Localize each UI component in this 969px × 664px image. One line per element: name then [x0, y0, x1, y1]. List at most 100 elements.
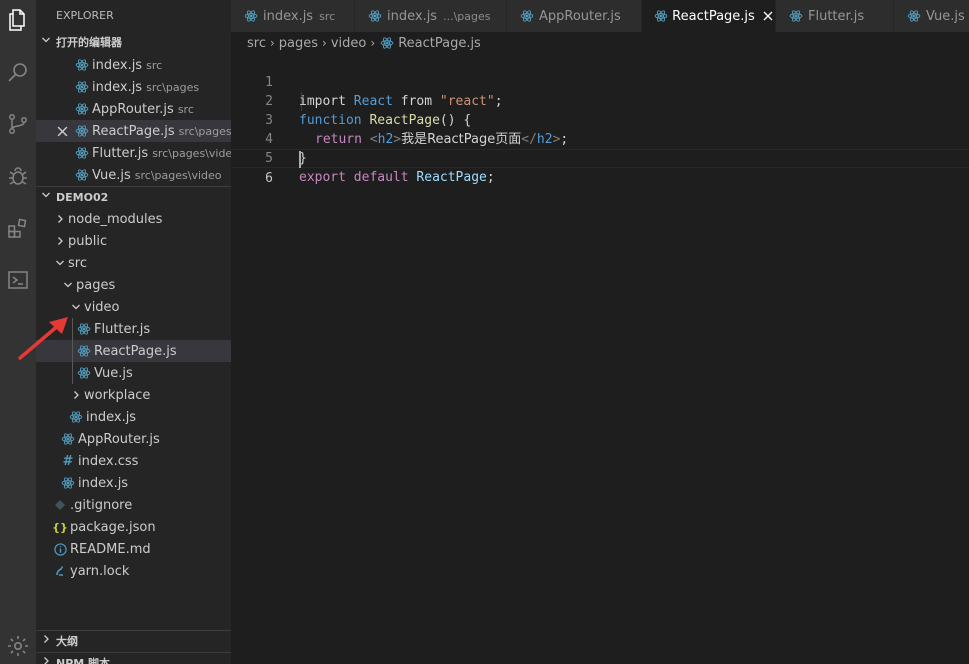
react-file-icon — [379, 35, 395, 51]
info-icon — [52, 541, 68, 557]
breadcrumb: src › pages › video › ReactPage.js — [231, 32, 969, 54]
tab-approuter[interactable]: AppRouter.js — [507, 0, 642, 32]
breadcrumb-item[interactable]: pages — [279, 36, 318, 51]
json-file-icon: {} — [52, 520, 68, 534]
chevron-right-icon — [68, 387, 84, 403]
open-editor-name: AppRouter.js — [92, 101, 174, 117]
breadcrumb-item[interactable]: video — [331, 36, 367, 51]
tree-folder-node-modules[interactable]: node_modules — [36, 208, 231, 230]
open-editor-path: src\pages\video — [152, 146, 231, 160]
token: export — [299, 170, 346, 185]
code-line-current[interactable]: 6 — [231, 149, 969, 186]
tree-file-vue[interactable]: Vue.js — [36, 362, 231, 384]
tab-vue[interactable]: Vue.js — [894, 0, 969, 32]
project-header[interactable]: DEMO02 — [36, 186, 231, 208]
code-line[interactable]: 2 function ReactPage() { — [231, 73, 969, 128]
react-file-icon — [788, 8, 804, 24]
tree-folder-workplace[interactable]: workplace — [36, 384, 231, 406]
chevron-down-icon — [36, 187, 56, 209]
files-icon[interactable] — [0, 2, 36, 38]
gear-icon[interactable] — [0, 628, 36, 664]
code-content: export default ReactPage; — [299, 168, 495, 187]
editor-tabs: index.js src index.js ...\pages AppRoute… — [231, 0, 969, 32]
tree-folder-src[interactable]: src — [36, 252, 231, 274]
open-editors-list: index.js src index.js src\pages AppRoute… — [36, 54, 231, 186]
debug-icon[interactable] — [0, 158, 36, 194]
breadcrumb-item[interactable]: src — [247, 36, 266, 51]
chevron-right-icon: › — [370, 36, 376, 50]
chevron-right-icon — [36, 631, 56, 653]
open-editor-item[interactable]: index.js src\pages — [36, 76, 231, 98]
react-file-icon — [74, 79, 90, 95]
react-file-icon — [519, 8, 535, 24]
open-editor-item[interactable]: Flutter.js src\pages\video — [36, 142, 231, 164]
explorer-title: EXPLORER — [56, 9, 114, 22]
tree-file-readme[interactable]: README.md — [36, 538, 231, 560]
tree-file-gitignore[interactable]: .gitignore — [36, 494, 231, 516]
react-file-icon — [74, 123, 90, 139]
open-editor-item[interactable]: AppRouter.js src — [36, 98, 231, 120]
tab-index-src[interactable]: index.js src — [231, 0, 355, 32]
npm-scripts-header[interactable]: NPM 脚本 — [36, 652, 231, 664]
chevron-right-icon: › — [269, 36, 275, 50]
token: ; — [486, 170, 495, 185]
code-line[interactable]: 4 } — [231, 111, 969, 166]
extensions-icon[interactable] — [0, 210, 36, 246]
bottom-sections: 大纲 NPM 脚本 — [36, 630, 231, 664]
tree-file-yarn-lock[interactable]: yarn.lock — [36, 560, 231, 582]
code-line[interactable]: 3 return <h2>我是ReactPage页面</h2>; — [231, 92, 969, 147]
open-editor-item[interactable]: Vue.js src\pages\video — [36, 164, 231, 186]
react-file-icon — [367, 8, 383, 24]
open-editor-item-active[interactable]: ReactPage.js src\pages... — [36, 120, 231, 142]
tree-file-pages-index[interactable]: index.js — [36, 406, 231, 428]
tab-reactpage-active[interactable]: ReactPage.js — [642, 0, 776, 32]
outline-header[interactable]: 大纲 — [36, 630, 231, 652]
token: default — [345, 170, 409, 185]
file-tree: node_modules public src pages video Flut… — [36, 208, 231, 582]
tab-flutter[interactable]: Flutter.js — [776, 0, 894, 32]
close-icon[interactable] — [56, 125, 68, 137]
chevron-down-icon — [60, 277, 76, 293]
tree-folder-pages[interactable]: pages — [36, 274, 231, 296]
annotation-arrow-icon — [18, 317, 68, 360]
tab-index-pages[interactable]: index.js ...\pages — [355, 0, 507, 32]
tree-file-index-css[interactable]: # index.css — [36, 450, 231, 472]
open-editor-name: Vue.js — [92, 167, 131, 183]
close-icon[interactable] — [761, 8, 775, 24]
text-cursor — [299, 151, 301, 168]
chevron-down-icon — [52, 255, 68, 271]
react-file-icon — [74, 101, 90, 117]
react-file-icon — [76, 321, 92, 337]
react-file-icon — [68, 409, 84, 425]
react-file-icon — [60, 431, 76, 447]
react-file-icon — [74, 145, 90, 161]
token: ReactPage — [408, 170, 487, 185]
code-editor[interactable]: 1 import React from "react"; 2 function … — [231, 54, 969, 664]
tree-file-approuter[interactable]: AppRouter.js — [36, 428, 231, 450]
open-editor-path: src — [177, 102, 194, 116]
open-editors-header[interactable]: 打开的编辑器 — [36, 32, 231, 54]
chevron-right-icon — [36, 653, 56, 664]
react-file-icon — [654, 8, 668, 24]
tree-folder-public[interactable]: public — [36, 230, 231, 252]
open-editor-path: src\pages\video — [134, 168, 222, 182]
breadcrumb-item[interactable]: ReactPage.js — [398, 36, 481, 51]
open-editor-name: index.js — [92, 79, 143, 95]
code-line[interactable]: 1 import React from "react"; — [231, 54, 969, 109]
open-editor-item[interactable]: index.js src — [36, 54, 231, 76]
react-file-icon — [74, 57, 90, 73]
chevron-right-icon — [52, 233, 68, 249]
react-file-icon — [60, 475, 76, 491]
tree-file-package-json[interactable]: {} package.json — [36, 516, 231, 538]
open-editor-name: ReactPage.js — [92, 123, 175, 139]
terminal-icon[interactable] — [0, 262, 36, 298]
tree-file-src-index[interactable]: index.js — [36, 472, 231, 494]
open-editor-name: Flutter.js — [92, 145, 149, 161]
react-file-icon — [76, 343, 92, 359]
source-control-icon[interactable] — [0, 106, 36, 142]
code-line[interactable]: 5 export default ReactPage; — [231, 130, 969, 185]
git-file-icon — [52, 497, 68, 513]
react-file-icon — [74, 167, 90, 183]
search-icon[interactable] — [0, 54, 36, 90]
react-file-icon — [906, 8, 922, 24]
